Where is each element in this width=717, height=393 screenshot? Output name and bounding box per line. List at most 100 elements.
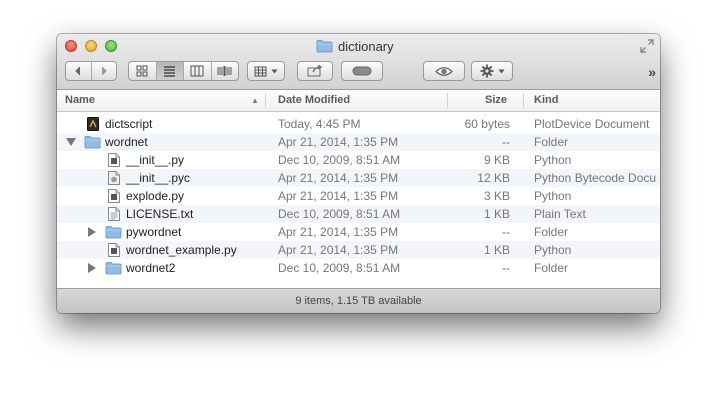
arrange-grid-icon — [254, 66, 267, 76]
folder-icon — [105, 225, 122, 242]
column-view-button[interactable] — [184, 62, 211, 80]
file-date-modified: Dec 10, 2009, 8:51 AM — [278, 207, 401, 221]
title-bar: dictionary » — [57, 34, 660, 90]
column-header: Name ▲ Date Modified Size Kind — [57, 90, 660, 112]
file-row[interactable]: __init__.py Dec 10, 2009, 8:51 AM 9 KB Pyth… — [57, 151, 660, 169]
file-name: __init__.py — [126, 153, 185, 167]
file-row[interactable]: explode.py Apr 21, 2014, 1:35 PM 3 KB Pytho… — [57, 187, 660, 205]
file-list: dictscript Today, 4:45 PM 60 bytes PlotDevi… — [57, 112, 660, 288]
close-window-button[interactable] — [65, 40, 77, 52]
size-column-header[interactable]: Size — [485, 90, 507, 111]
column-divider[interactable] — [523, 93, 524, 108]
file-kind: PlotDevice Document — [534, 117, 650, 131]
column-divider[interactable] — [447, 93, 448, 108]
column-divider[interactable] — [265, 93, 266, 108]
chevron-down-icon — [498, 69, 504, 73]
file-size: 3 KB — [483, 189, 510, 203]
window-title-text: dictionary — [338, 38, 394, 54]
file-size: 12 KB — [477, 171, 510, 185]
zoom-window-button[interactable] — [105, 40, 117, 52]
folder-icon — [316, 40, 333, 53]
status-bar: 9 items, 1.15 TB available — [57, 288, 660, 313]
file-kind: Folder — [534, 135, 569, 149]
bytecode-file-icon — [108, 171, 120, 188]
file-size: -- — [502, 261, 510, 275]
file-row[interactable]: LICENSE.txt Dec 10, 2009, 8:51 AM 1 KB Plai… — [57, 205, 660, 223]
toolbar-overflow-button[interactable]: » — [648, 64, 656, 80]
file-size: -- — [502, 225, 510, 239]
file-row[interactable]: dictscript Today, 4:45 PM 60 bytes PlotDevi… — [57, 115, 660, 133]
python-file-icon — [108, 153, 120, 170]
file-name: pywordnet — [126, 225, 182, 239]
icon-view-button[interactable] — [129, 62, 156, 80]
file-kind: Folder — [534, 261, 569, 275]
name-column-header[interactable]: Name — [65, 90, 95, 111]
file-row[interactable]: pywordnet Apr 21, 2014, 1:35 PM -- Folder — [57, 223, 660, 241]
file-date-modified: Apr 21, 2014, 1:35 PM — [278, 171, 399, 185]
file-name: explode.py — [126, 189, 185, 203]
file-date-modified: Today, 4:45 PM — [278, 117, 361, 131]
python-file-icon — [108, 243, 120, 260]
python-file-icon — [108, 189, 120, 206]
file-date-modified: Apr 21, 2014, 1:35 PM — [278, 225, 399, 239]
file-row[interactable]: __init__.pyc Apr 21, 2014, 1:35 PM 12 KB Py… — [57, 169, 660, 187]
file-date-modified: Apr 21, 2014, 1:35 PM — [278, 135, 399, 149]
share-button[interactable] — [297, 61, 333, 81]
file-row[interactable]: wordnet2 Dec 10, 2009, 8:51 AM -- Folder — [57, 259, 660, 277]
view-mode-control — [128, 61, 239, 81]
quick-look-button[interactable] — [423, 61, 465, 81]
disclosure-closed-icon[interactable] — [88, 263, 96, 273]
gear-icon — [480, 64, 493, 78]
tag-pill-icon — [352, 66, 372, 76]
file-date-modified: Apr 21, 2014, 1:35 PM — [278, 189, 399, 203]
folder-icon — [105, 261, 122, 278]
folder-icon — [84, 135, 101, 152]
file-name: __init__.pyc — [126, 171, 191, 185]
chevron-left-icon — [75, 66, 81, 76]
file-kind: Python — [534, 189, 572, 203]
action-button[interactable] — [471, 61, 513, 81]
file-name: wordnet2 — [126, 261, 176, 275]
back-forward-control — [65, 61, 117, 81]
file-row[interactable]: wordnet Apr 21, 2014, 1:35 PM -- Folder — [57, 133, 660, 151]
arrange-button[interactable] — [247, 61, 285, 81]
file-name: dictscript — [105, 117, 153, 131]
text-file-icon — [108, 207, 120, 224]
file-size: 1 KB — [483, 207, 510, 221]
file-size: 9 KB — [483, 153, 510, 167]
coverflow-view-button[interactable] — [212, 62, 239, 80]
status-text: 9 items, 1.15 TB available — [295, 295, 422, 307]
file-kind: Folder — [534, 225, 569, 239]
back-button[interactable] — [66, 62, 91, 80]
share-icon — [307, 65, 323, 77]
window-title: dictionary — [316, 38, 394, 54]
file-date-modified: Dec 10, 2009, 8:51 AM — [278, 261, 401, 275]
finder-window: dictionary » Name ▲ Date Modified Size K… — [57, 34, 660, 313]
minimize-window-button[interactable] — [85, 40, 97, 52]
coverflow-view-icon — [217, 66, 232, 76]
file-size: 60 bytes — [464, 117, 510, 131]
file-kind: Python Bytecode Docu — [534, 171, 657, 185]
file-name: wordnet — [105, 135, 148, 149]
sort-ascending-icon: ▲ — [251, 96, 259, 105]
eye-icon — [435, 66, 453, 76]
forward-button[interactable] — [92, 62, 117, 80]
fullscreen-icon[interactable] — [640, 39, 654, 53]
date-column-header[interactable]: Date Modified — [278, 90, 350, 111]
file-name: wordnet_example.py — [126, 243, 237, 257]
list-view-button[interactable] — [156, 62, 183, 80]
file-row[interactable]: wordnet_example.py Apr 21, 2014, 1:35 PM 1… — [57, 241, 660, 259]
disclosure-closed-icon[interactable] — [88, 227, 96, 237]
file-date-modified: Apr 21, 2014, 1:35 PM — [278, 243, 399, 257]
tags-button[interactable] — [341, 61, 383, 81]
file-kind: Python — [534, 243, 572, 257]
icon-view-icon — [136, 65, 148, 77]
disclosure-open-icon[interactable] — [66, 138, 76, 146]
file-size: -- — [502, 135, 510, 149]
file-size: 1 KB — [483, 243, 510, 257]
chevron-right-icon — [101, 66, 107, 76]
plotdevice-document-icon — [87, 117, 99, 134]
kind-column-header[interactable]: Kind — [534, 90, 558, 111]
file-kind: Python — [534, 153, 572, 167]
file-kind: Plain Text — [534, 207, 586, 221]
